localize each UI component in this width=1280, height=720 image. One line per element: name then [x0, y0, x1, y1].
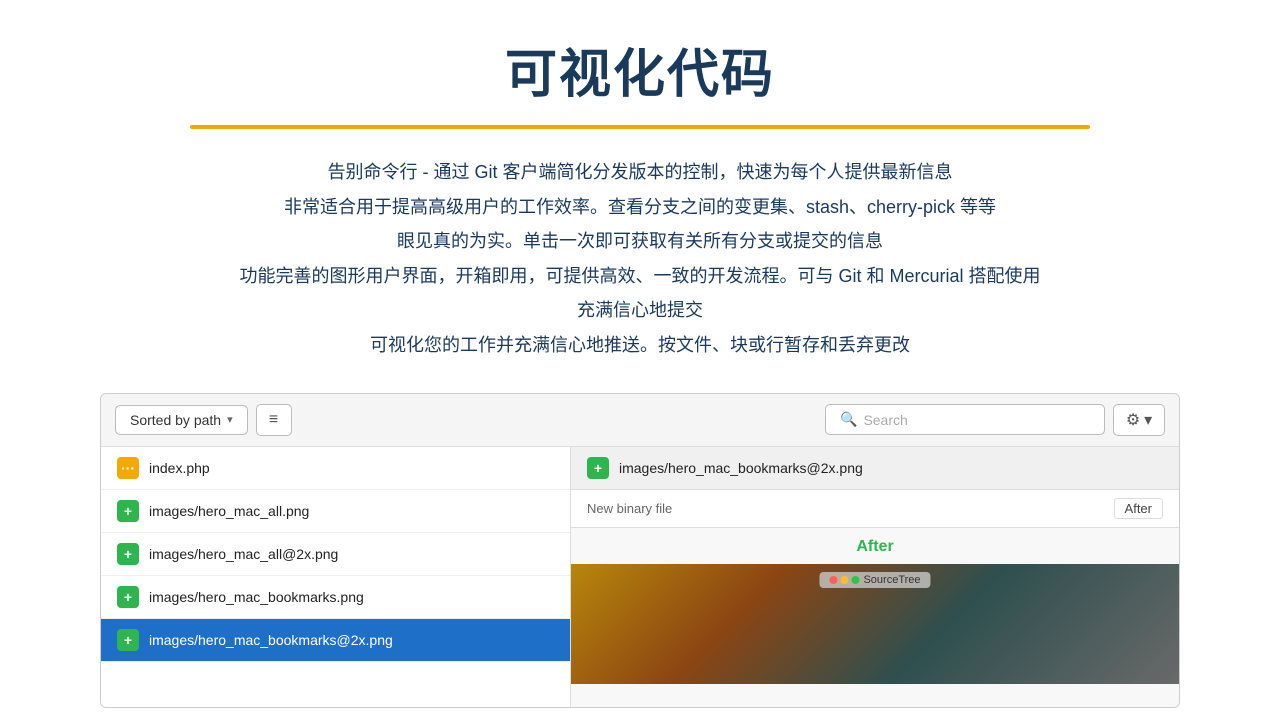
list-item-selected[interactable]: + images/hero_mac_bookmarks@2x.png: [101, 619, 570, 662]
file-name: images/hero_mac_all.png: [149, 503, 309, 519]
gold-divider: [190, 125, 1090, 129]
badge-modified-icon: ···: [117, 457, 139, 479]
search-box[interactable]: 🔍 Search: [825, 404, 1105, 435]
diff-header: + images/hero_mac_bookmarks@2x.png: [571, 447, 1179, 490]
description-block: 告别命令行 - 通过 Git 客户端简化分发版本的控制，快速为每个人提供最新信息…: [90, 157, 1190, 361]
sort-chevron-icon: ▾: [227, 413, 233, 426]
diff-panel: + images/hero_mac_bookmarks@2x.png New b…: [571, 447, 1179, 707]
toolbar-right: 🔍 Search ⚙ ▾: [825, 404, 1165, 436]
badge-added-icon: +: [117, 500, 139, 522]
badge-added-icon: +: [117, 586, 139, 608]
file-name: index.php: [149, 460, 210, 476]
file-name: images/hero_mac_bookmarks@2x.png: [149, 632, 393, 648]
gear-chevron-icon: ▾: [1144, 410, 1152, 430]
close-dot: [829, 576, 837, 584]
list-item[interactable]: + images/hero_mac_all.png: [101, 490, 570, 533]
file-name: images/hero_mac_all@2x.png: [149, 546, 338, 562]
search-icon: 🔍: [840, 411, 857, 428]
ui-toolbar: Sorted by path ▾ ≡ 🔍 Search ⚙ ▾: [101, 394, 1179, 447]
diff-meta-label: New binary file: [587, 501, 672, 516]
search-placeholder: Search: [863, 412, 907, 428]
file-name: images/hero_mac_bookmarks.png: [149, 589, 364, 605]
ui-preview: Sorted by path ▾ ≡ 🔍 Search ⚙ ▾ ··· inde…: [100, 393, 1180, 708]
desc-1: 告别命令行 - 通过 Git 客户端简化分发版本的控制，快速为每个人提供最新信息: [90, 157, 1190, 188]
toolbar-left: Sorted by path ▾ ≡: [115, 404, 292, 436]
diff-meta: New binary file After: [571, 490, 1179, 528]
after-toggle-button[interactable]: After: [1114, 498, 1163, 519]
list-item[interactable]: + images/hero_mac_bookmarks.png: [101, 576, 570, 619]
desc-2: 非常适合用于提高高级用户的工作效率。查看分支之间的变更集、stash、cherr…: [90, 192, 1190, 223]
maximize-dot: [851, 576, 859, 584]
ui-body: ··· index.php + images/hero_mac_all.png …: [101, 447, 1179, 707]
image-preview: SourceTree: [571, 564, 1179, 684]
diff-content: After SourceTree: [571, 528, 1179, 707]
badge-added-icon: +: [117, 543, 139, 565]
hamburger-button[interactable]: ≡: [256, 404, 292, 436]
gear-icon: ⚙: [1126, 410, 1140, 430]
header-section: 可视化代码 告别命令行 - 通过 Git 客户端简化分发版本的控制，快速为每个人…: [0, 0, 1280, 361]
desc-6: 可视化您的工作并充满信心地推送。按文件、块或行暂存和丢弃更改: [90, 330, 1190, 361]
sourcetree-bar: SourceTree: [819, 572, 930, 588]
minimize-dot: [840, 576, 848, 584]
sort-by-path-button[interactable]: Sorted by path ▾: [115, 405, 248, 435]
list-item[interactable]: ··· index.php: [101, 447, 570, 490]
window-dots: [829, 576, 859, 584]
sort-label: Sorted by path: [130, 412, 221, 428]
file-list: ··· index.php + images/hero_mac_all.png …: [101, 447, 571, 707]
sourcetree-label: SourceTree: [863, 574, 920, 586]
list-item[interactable]: + images/hero_mac_all@2x.png: [101, 533, 570, 576]
desc-3: 眼见真的为实。单击一次即可获取有关所有分支或提交的信息: [90, 226, 1190, 257]
diff-file-name: images/hero_mac_bookmarks@2x.png: [619, 460, 863, 476]
hamburger-icon: ≡: [269, 411, 278, 429]
desc-5: 充满信心地提交: [90, 295, 1190, 326]
after-text: After: [856, 538, 893, 556]
diff-badge-added-icon: +: [587, 457, 609, 479]
gear-button[interactable]: ⚙ ▾: [1113, 404, 1165, 436]
desc-4: 功能完善的图形用户界面，开箱即用，可提供高效、一致的开发流程。可与 Git 和 …: [90, 261, 1190, 292]
badge-added-icon: +: [117, 629, 139, 651]
page-title: 可视化代码: [60, 32, 1220, 107]
